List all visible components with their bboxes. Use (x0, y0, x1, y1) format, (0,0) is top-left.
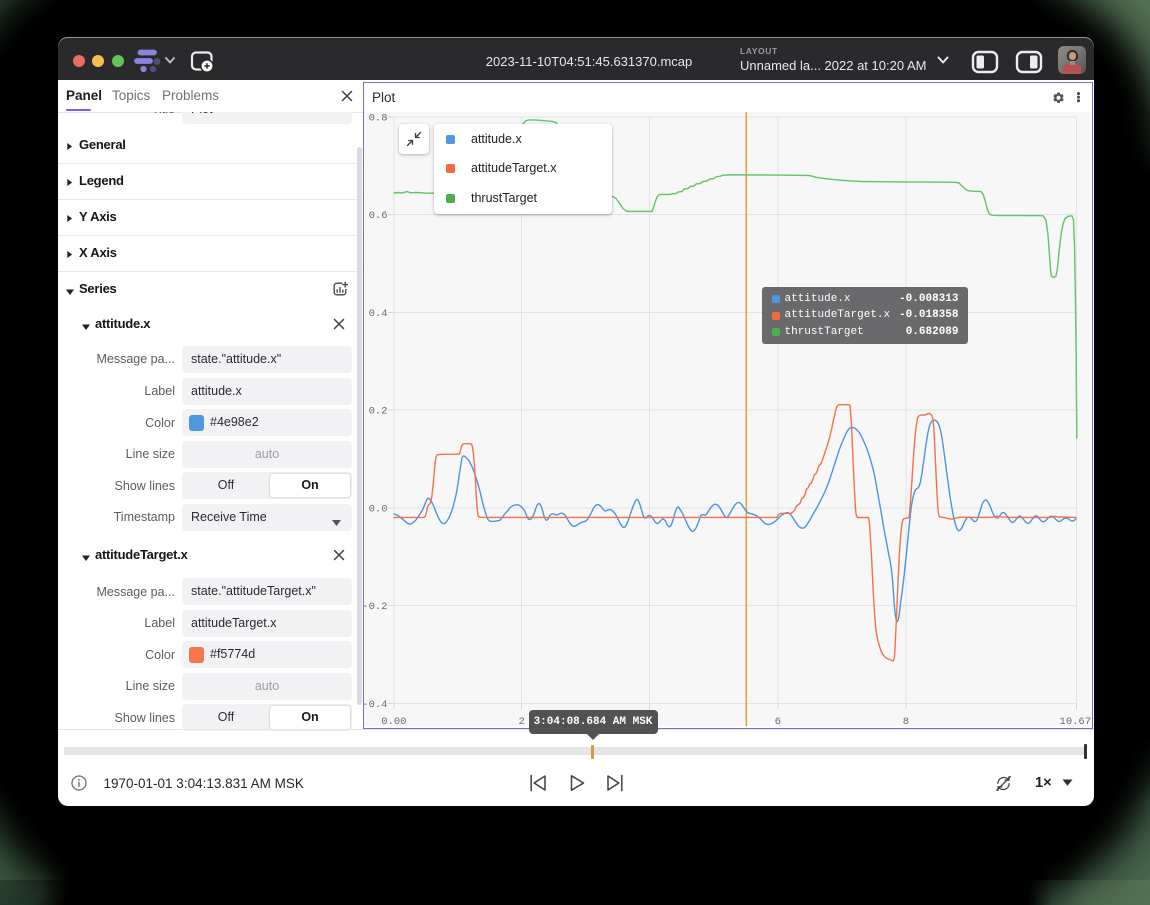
svg-text:2: 2 (519, 716, 525, 726)
svg-text:0.0: 0.0 (369, 504, 388, 516)
svg-text:0.00: 0.00 (381, 716, 406, 726)
svg-text:0.4: 0.4 (369, 308, 388, 320)
svg-text:0.2: 0.2 (369, 406, 388, 418)
svg-text:8: 8 (903, 716, 909, 726)
svg-text:-0.2: -0.2 (364, 601, 388, 613)
svg-text:6: 6 (775, 716, 781, 726)
svg-text:10.67: 10.67 (1060, 716, 1091, 726)
svg-text:0.6: 0.6 (369, 210, 388, 222)
svg-text:0.8: 0.8 (369, 113, 388, 125)
svg-text:-0.4: -0.4 (364, 699, 388, 711)
